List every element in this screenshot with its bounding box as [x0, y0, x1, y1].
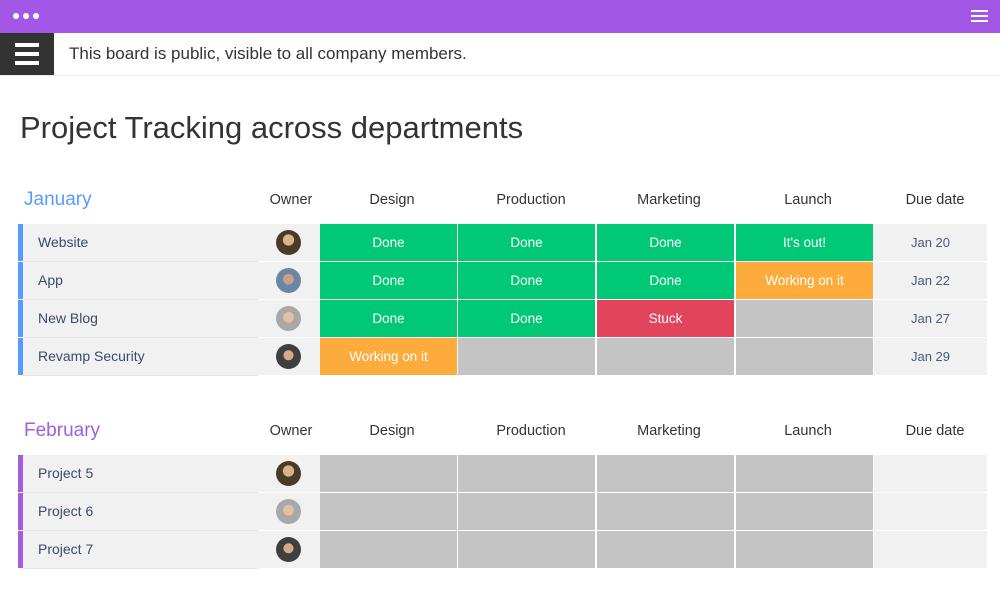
item-name: App: [38, 272, 63, 288]
status-cell-launch[interactable]: [736, 338, 873, 375]
status-cell-production[interactable]: Done: [458, 300, 595, 337]
column-header-owner[interactable]: Owner: [270, 413, 313, 449]
status-cell-production[interactable]: [458, 493, 595, 530]
column-header-production[interactable]: Production: [496, 182, 565, 218]
column-header-due[interactable]: Due date: [906, 182, 965, 218]
status-cell-marketing[interactable]: Stuck: [597, 300, 734, 337]
owner-cell[interactable]: [259, 493, 320, 530]
avatar[interactable]: [276, 537, 301, 562]
due-date-cell[interactable]: Jan 20: [874, 224, 987, 261]
table-row[interactable]: Project 6: [18, 493, 987, 531]
avatar[interactable]: [276, 344, 301, 369]
status-cell-launch[interactable]: It's out!: [736, 224, 873, 261]
group-header: February Owner Design Production Marketing La…: [0, 413, 1000, 449]
due-date-cell[interactable]: [874, 531, 987, 568]
item-name: Project 6: [38, 503, 94, 519]
avatar[interactable]: [276, 306, 301, 331]
window-titlebar: [0, 0, 1000, 33]
status-cell-design[interactable]: [320, 493, 457, 530]
avatar[interactable]: [276, 461, 301, 486]
item-name-cell[interactable]: Project 5: [23, 455, 259, 493]
item-name-cell[interactable]: Revamp Security: [23, 338, 259, 376]
due-date-cell[interactable]: Jan 27: [874, 300, 987, 337]
column-header-marketing[interactable]: Marketing: [637, 182, 701, 218]
status-cell-marketing[interactable]: [597, 338, 734, 375]
avatar[interactable]: [276, 230, 301, 255]
column-header-owner[interactable]: Owner: [270, 182, 313, 218]
table-row[interactable]: App Done Done Done Working on it Jan 22: [18, 262, 987, 300]
status-cell-design[interactable]: Done: [320, 300, 457, 337]
status-cell-launch[interactable]: [736, 455, 873, 492]
item-name: New Blog: [38, 310, 98, 326]
status-cell-design[interactable]: [320, 455, 457, 492]
status-cell-launch[interactable]: [736, 531, 873, 568]
status-cell-launch[interactable]: [736, 300, 873, 337]
item-name: Project 7: [38, 541, 94, 557]
group-header: January Owner Design Production Marketing Lau…: [0, 182, 1000, 218]
item-name: Revamp Security: [38, 348, 145, 364]
status-cell-production[interactable]: [458, 531, 595, 568]
column-header-launch[interactable]: Launch: [784, 413, 832, 449]
status-cell-production[interactable]: Done: [458, 224, 595, 261]
column-header-due[interactable]: Due date: [906, 413, 965, 449]
item-name-cell[interactable]: Project 6: [23, 493, 259, 531]
status-cell-marketing[interactable]: Done: [597, 262, 734, 299]
owner-cell[interactable]: [259, 455, 320, 492]
item-name-cell[interactable]: Website: [23, 224, 259, 262]
group-title[interactable]: January: [24, 182, 92, 218]
window-dots-icon[interactable]: [13, 13, 39, 19]
table-row[interactable]: Project 7: [18, 531, 987, 569]
status-cell-production[interactable]: [458, 338, 595, 375]
item-name: Website: [38, 234, 89, 250]
status-cell-design[interactable]: Done: [320, 262, 457, 299]
item-name-cell[interactable]: Project 7: [23, 531, 259, 569]
status-cell-production[interactable]: [458, 455, 595, 492]
due-date-cell[interactable]: [874, 455, 987, 492]
status-cell-design[interactable]: Working on it: [320, 338, 457, 375]
table-row[interactable]: Website Done Done Done It's out! Jan 20: [18, 224, 987, 262]
column-header-launch[interactable]: Launch: [784, 182, 832, 218]
table-row[interactable]: Revamp Security Working on it Jan 29: [18, 338, 987, 376]
owner-cell[interactable]: [259, 338, 320, 375]
menu-icon[interactable]: [971, 10, 988, 23]
status-cell-launch[interactable]: Working on it: [736, 262, 873, 299]
status-cell-design[interactable]: Done: [320, 224, 457, 261]
column-header-production[interactable]: Production: [496, 413, 565, 449]
item-name-cell[interactable]: App: [23, 262, 259, 300]
due-date-cell[interactable]: Jan 22: [874, 262, 987, 299]
item-name: Project 5: [38, 465, 94, 481]
hamburger-icon[interactable]: [0, 33, 54, 75]
owner-cell[interactable]: [259, 224, 320, 261]
due-date-cell[interactable]: Jan 29: [874, 338, 987, 375]
status-cell-marketing[interactable]: [597, 455, 734, 492]
owner-cell[interactable]: [259, 300, 320, 337]
status-cell-marketing[interactable]: Done: [597, 224, 734, 261]
table-row[interactable]: Project 5: [18, 455, 987, 493]
column-header-marketing[interactable]: Marketing: [637, 413, 701, 449]
avatar[interactable]: [276, 499, 301, 524]
owner-cell[interactable]: [259, 531, 320, 568]
owner-cell[interactable]: [259, 262, 320, 299]
table-row[interactable]: New Blog Done Done Stuck Jan 27: [18, 300, 987, 338]
column-header-design[interactable]: Design: [369, 182, 414, 218]
item-name-cell[interactable]: New Blog: [23, 300, 259, 338]
notice-bar: This board is public, visible to all com…: [0, 33, 1000, 76]
column-header-design[interactable]: Design: [369, 413, 414, 449]
status-cell-design[interactable]: [320, 531, 457, 568]
status-cell-launch[interactable]: [736, 493, 873, 530]
notice-text: This board is public, visible to all com…: [69, 44, 467, 63]
page-title: Project Tracking across departments: [20, 110, 524, 145]
group-title[interactable]: February: [24, 413, 100, 449]
due-date-cell[interactable]: [874, 493, 987, 530]
status-cell-marketing[interactable]: [597, 493, 734, 530]
status-cell-marketing[interactable]: [597, 531, 734, 568]
avatar[interactable]: [276, 268, 301, 293]
status-cell-production[interactable]: Done: [458, 262, 595, 299]
